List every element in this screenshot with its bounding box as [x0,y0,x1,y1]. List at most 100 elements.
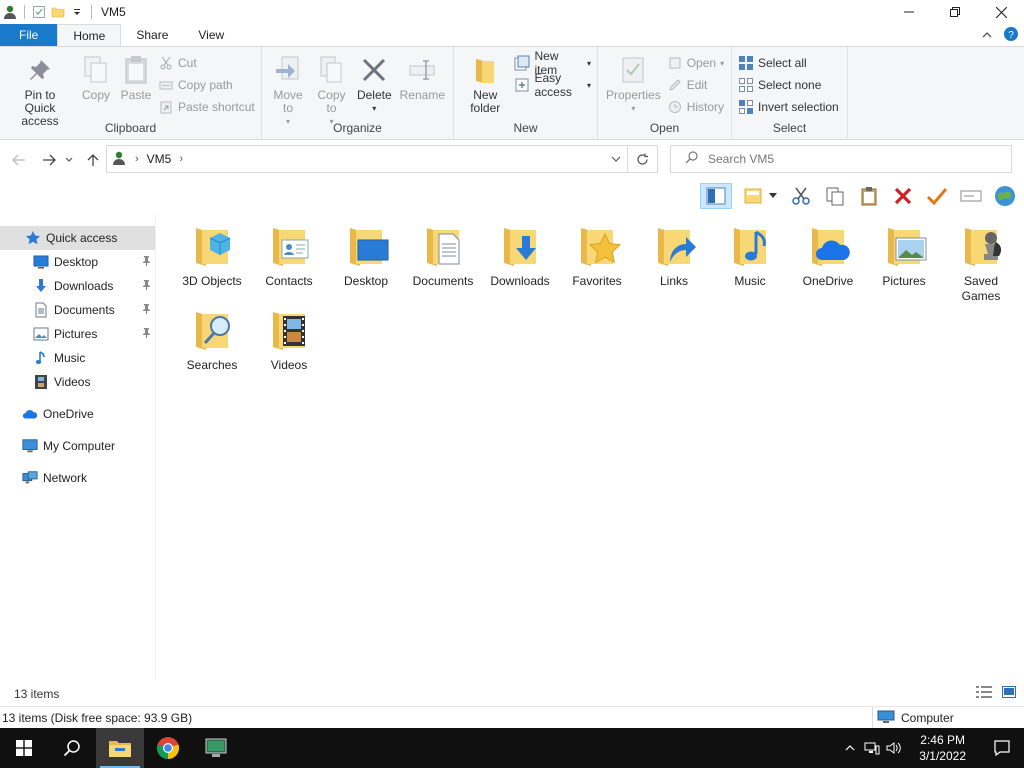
nav-item-label: Pictures [54,327,98,341]
customize-qat-icon[interactable] [69,4,85,20]
chrome-taskbar-icon[interactable] [144,728,192,768]
vm-user-icon [111,150,127,169]
pin-icon[interactable] [142,279,151,293]
tab-file[interactable]: File [0,24,58,46]
nav-network[interactable]: Network [0,466,155,490]
folder-item[interactable]: Downloads [482,222,558,289]
folder-item[interactable]: Saved Games [943,222,1019,304]
preview-pane-button[interactable] [700,183,732,209]
remote-desktop-taskbar-icon[interactable] [192,728,240,768]
tab-share[interactable]: Share [121,24,183,46]
easy-access-button[interactable]: Easy access ▾ [512,71,593,99]
start-button[interactable] [0,728,48,768]
cut-toolbar-icon[interactable] [788,183,814,209]
folder-item[interactable]: Links [636,222,712,289]
folder-item[interactable]: Desktop [328,222,404,289]
pin-icon[interactable] [142,255,151,269]
pin-icon[interactable] [142,327,151,341]
edit-button[interactable]: Edit [665,75,726,95]
help-icon[interactable]: ? [1004,26,1018,44]
nav-item-pictures[interactable]: Pictures [0,322,155,346]
select-none-button[interactable]: Select none [736,75,841,95]
command-toolbar [700,181,1018,211]
nav-onedrive[interactable]: OneDrive [0,402,155,426]
nav-quick-access[interactable]: Quick access [0,226,155,250]
folder-item[interactable]: Contacts [251,222,327,289]
folder-item[interactable]: Pictures [866,222,942,289]
address-bar[interactable]: › VM5 › [106,145,628,173]
folder-item[interactable]: Music [712,222,788,289]
checkmark-toolbar-icon[interactable] [924,183,950,209]
new-folder-icon[interactable] [50,4,66,20]
details-view-icon[interactable] [976,686,992,701]
folder-item[interactable]: 3D Objects [174,222,250,289]
new-group-label: New [513,121,538,135]
pin-icon [24,53,56,87]
copy-path-button[interactable]: Copy path [156,75,257,95]
nav-my-computer[interactable]: My Computer [0,434,155,458]
folder-item[interactable]: Videos [251,306,327,373]
show-hidden-icons-icon[interactable] [839,745,861,751]
globe-toolbar-icon[interactable] [992,183,1018,209]
back-button[interactable] [8,149,30,171]
zone-indicator: Computer [872,707,954,729]
nav-item-downloads[interactable]: Downloads [0,274,155,298]
folder-item[interactable]: Documents [405,222,481,289]
history-button[interactable]: History [665,97,726,117]
delete-toolbar-icon[interactable] [890,183,916,209]
clock[interactable]: 2:46 PM 3/1/2022 [905,732,980,764]
computer-icon [877,710,895,727]
paste-toolbar-icon[interactable] [856,183,882,209]
item-count: 13 items [14,687,60,701]
nav-item-desktop[interactable]: Desktop [0,250,155,274]
network-tray-icon[interactable] [861,741,883,755]
new-item-icon [514,55,530,71]
nav-item-videos[interactable]: Videos [0,370,155,394]
copy-toolbar-icon[interactable] [822,183,848,209]
volume-icon[interactable] [883,741,905,755]
nav-item-documents[interactable]: Documents [0,298,155,322]
search-input[interactable]: Search VM5 [670,145,1012,173]
breadcrumb-vm5[interactable]: VM5 [147,152,172,166]
large-icons-view-icon[interactable] [1002,686,1016,701]
folder-item[interactable]: Favorites [559,222,635,289]
folder-item[interactable]: OneDrive [790,222,866,289]
notifications-button[interactable] [980,728,1024,768]
tab-home[interactable]: Home [57,24,122,46]
minimize-ribbon-icon[interactable] [982,28,992,42]
cut-button[interactable]: Cut [156,53,257,73]
nav-item-label: Music [54,351,86,365]
properties-icon[interactable] [31,4,47,20]
download-icon [33,278,49,294]
properties-check-icon [617,53,649,87]
close-button[interactable] [978,0,1024,24]
select-none-icon [738,77,754,93]
refresh-button[interactable] [628,145,658,173]
breadcrumb-chevron-icon[interactable]: › [179,153,183,165]
rename-toolbar-icon[interactable] [958,183,984,209]
minimize-button[interactable] [886,0,932,24]
address-dropdown-icon[interactable] [605,156,627,162]
edit-pencil-icon [667,77,683,93]
search-taskbar-button[interactable] [48,728,96,768]
folder-item[interactable]: Searches [174,306,250,373]
pin-icon[interactable] [142,303,151,317]
file-explorer-taskbar-icon[interactable] [96,728,144,768]
up-button[interactable] [82,149,104,171]
breadcrumb-chevron-icon[interactable]: › [135,153,139,165]
views-button[interactable] [740,183,780,209]
open-button[interactable]: Open ▾ [665,53,726,73]
vm-user-icon[interactable] [2,4,18,20]
select-all-button[interactable]: Select all [736,53,841,73]
invert-selection-button[interactable]: Invert selection [736,97,841,117]
desktop-icon [342,222,390,270]
navigation-pane: Quick access Desktop Downloads Documents Pi… [0,214,156,680]
paste-shortcut-button[interactable]: Paste shortcut [156,97,257,117]
new-item-button[interactable]: New item ▾ [512,49,593,77]
tab-view[interactable]: View [183,24,239,46]
forward-button[interactable] [38,149,60,171]
recent-locations-button[interactable] [62,149,76,171]
clipboard-group: Pin to Quick access Copy Paste Cut Copy … [0,47,262,139]
nav-item-music[interactable]: Music [0,346,155,370]
maximize-button[interactable] [932,0,978,24]
